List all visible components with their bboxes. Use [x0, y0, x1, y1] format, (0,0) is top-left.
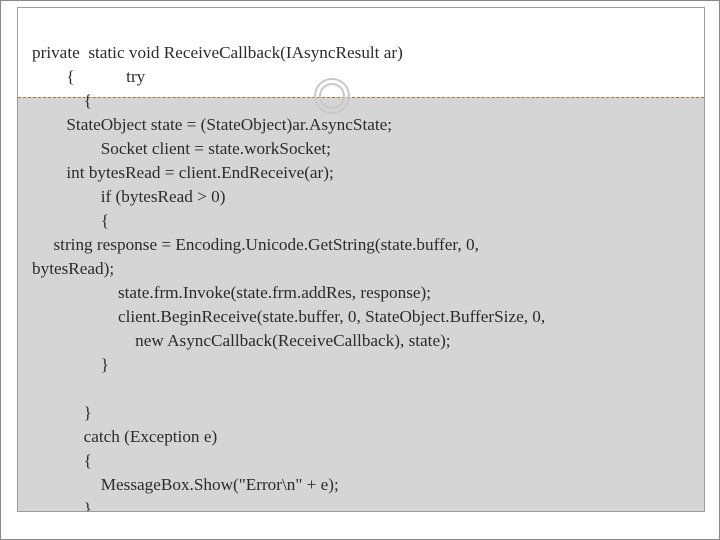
code-line: string response = Encoding.Unicode.GetSt… [32, 235, 479, 254]
code-line: { [32, 91, 92, 110]
code-line: new AsyncCallback(ReceiveCallback), stat… [32, 331, 451, 350]
code-block: private static void ReceiveCallback(IAsy… [18, 8, 704, 512]
code-line: } [32, 499, 92, 512]
code-line: if (bytesRead > 0) [32, 187, 225, 206]
code-line: private static void ReceiveCallback(IAsy… [32, 43, 403, 62]
code-container: private static void ReceiveCallback(IAsy… [17, 7, 705, 512]
code-line: catch (Exception e) [32, 427, 217, 446]
code-line: int bytesRead = client.EndReceive(ar); [32, 163, 334, 182]
code-line: Socket client = state.workSocket; [32, 139, 331, 158]
code-line: { try [32, 67, 145, 86]
code-line: { [32, 211, 109, 230]
code-line: client.BeginReceive(state.buffer, 0, Sta… [32, 307, 545, 326]
code-line: } [32, 355, 109, 374]
code-line: state.frm.Invoke(state.frm.addRes, respo… [32, 283, 431, 302]
code-line: } [32, 403, 92, 422]
code-line: MessageBox.Show("Error\n" + e); [32, 475, 339, 494]
code-line: bytesRead); [32, 259, 114, 278]
code-line: StateObject state = (StateObject)ar.Asyn… [32, 115, 392, 134]
slide: private static void ReceiveCallback(IAsy… [0, 0, 720, 540]
code-line: { [32, 451, 92, 470]
